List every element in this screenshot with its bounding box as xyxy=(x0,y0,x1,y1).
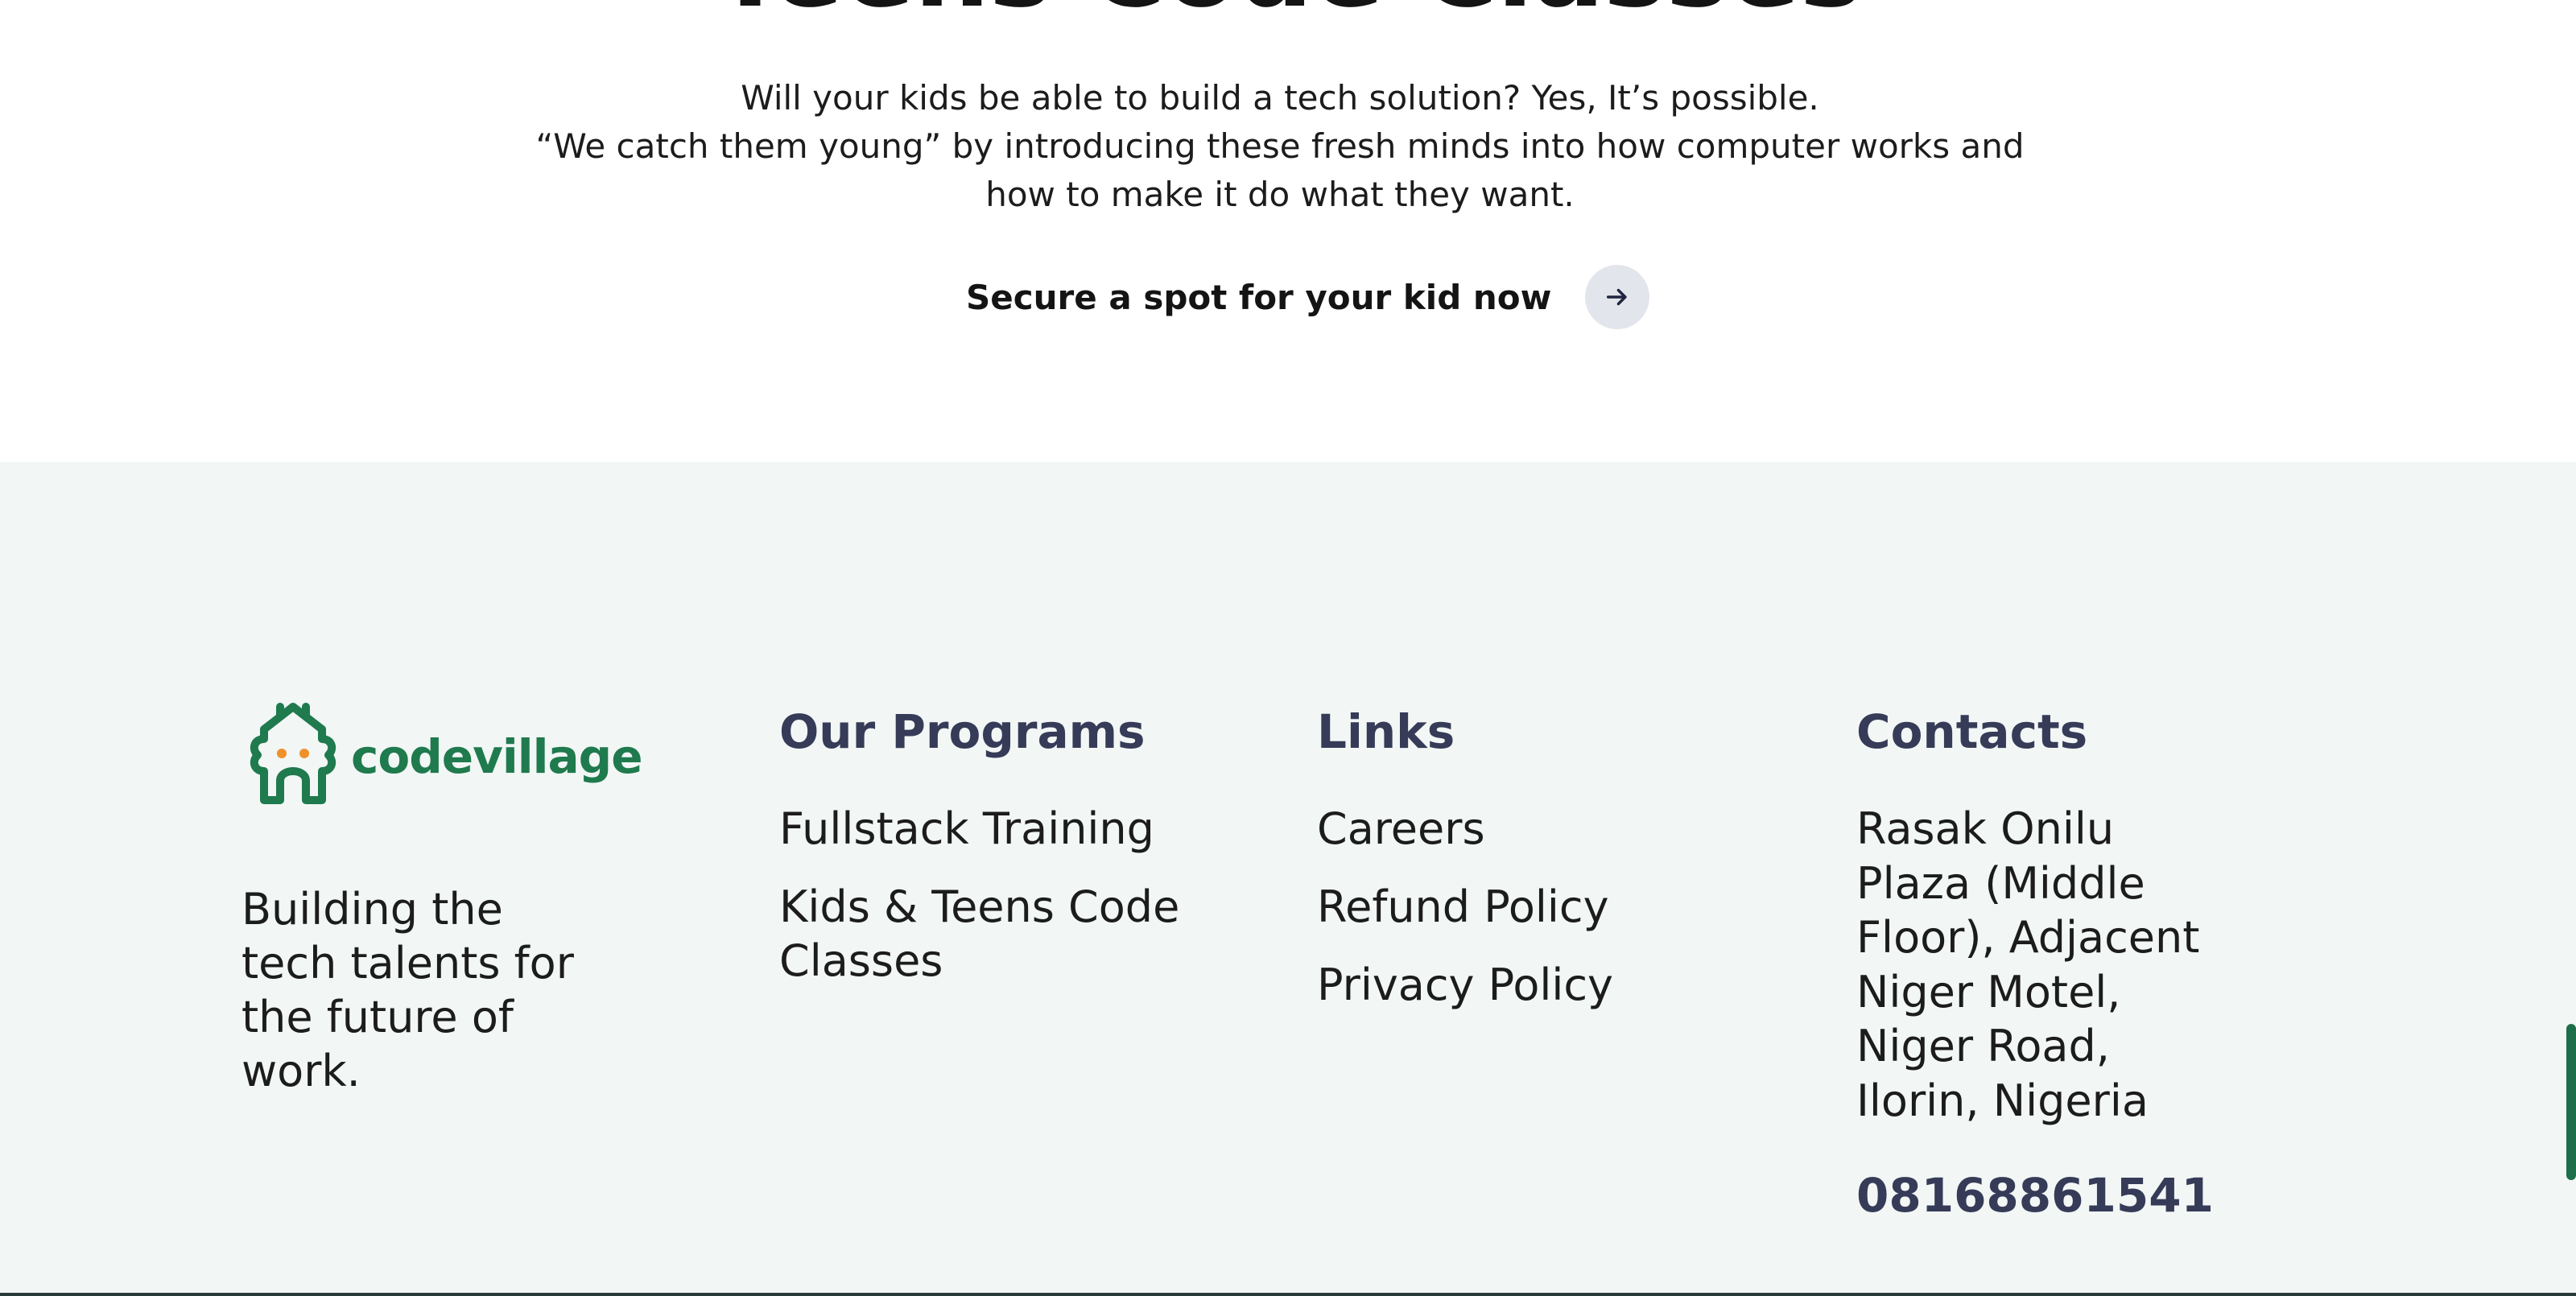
contact-address: Rasak Onilu Plaza (Middle Floor), Adjace… xyxy=(1856,803,2200,1126)
hero-title: Teens Code Classes xyxy=(0,0,2576,34)
footer-contacts: Contacts Rasak Onilu Plaza (Middle Floor… xyxy=(1856,704,2275,1223)
page-scrollbar-thumb[interactable] xyxy=(2566,1024,2576,1180)
contacts-heading: Contacts xyxy=(1856,704,2088,759)
programs-list: Fullstack Training Kids & Teens Code Cla… xyxy=(779,802,1214,988)
programs-heading: Our Programs xyxy=(779,704,1146,759)
hero-description: Will your kids be able to build a tech s… xyxy=(515,74,2045,219)
brand-tagline: Building the tech talents for the future… xyxy=(242,884,574,1096)
link-careers[interactable]: Careers xyxy=(1317,802,1752,856)
program-link-fullstack[interactable]: Fullstack Training xyxy=(779,802,1214,856)
links-list: Careers Refund Policy Privacy Policy xyxy=(1317,802,1752,1012)
secure-spot-label: Secure a spot for your kid now xyxy=(966,277,1552,317)
contact-phone[interactable]: 08168861541 xyxy=(1856,1168,2275,1223)
page: Teens Code Classes Will your kids be abl… xyxy=(0,0,2576,1296)
links-heading: Links xyxy=(1317,704,1455,759)
logo-wordmark: codevillage xyxy=(351,729,643,784)
footer-brand: codevillage Building the tech talents fo… xyxy=(242,703,660,1098)
codevillage-logo[interactable]: codevillage xyxy=(242,700,660,813)
footer-programs: Our Programs Fullstack Training Kids & T… xyxy=(779,704,1214,1012)
house-mascot-icon xyxy=(250,703,336,804)
footer: codevillage Building the tech talents fo… xyxy=(0,462,2576,1296)
hero-description-line: Will your kids be able to build a tech s… xyxy=(741,78,1819,118)
secure-spot-button[interactable]: Secure a spot for your kid now xyxy=(966,262,1650,332)
link-privacy-policy[interactable]: Privacy Policy xyxy=(1317,958,1752,1012)
arrow-right-icon[interactable] xyxy=(1585,265,1650,329)
hero-description-line: “We catch them young” by introducing the… xyxy=(535,126,2025,214)
program-link-kids-teens[interactable]: Kids & Teens Code Classes xyxy=(779,880,1214,988)
link-refund-policy[interactable]: Refund Policy xyxy=(1317,880,1752,934)
hero-section: Teens Code Classes Will your kids be abl… xyxy=(0,0,2576,462)
footer-links: Links Careers Refund Policy Privacy Poli… xyxy=(1317,704,1752,1036)
bottom-divider xyxy=(0,1293,2576,1296)
